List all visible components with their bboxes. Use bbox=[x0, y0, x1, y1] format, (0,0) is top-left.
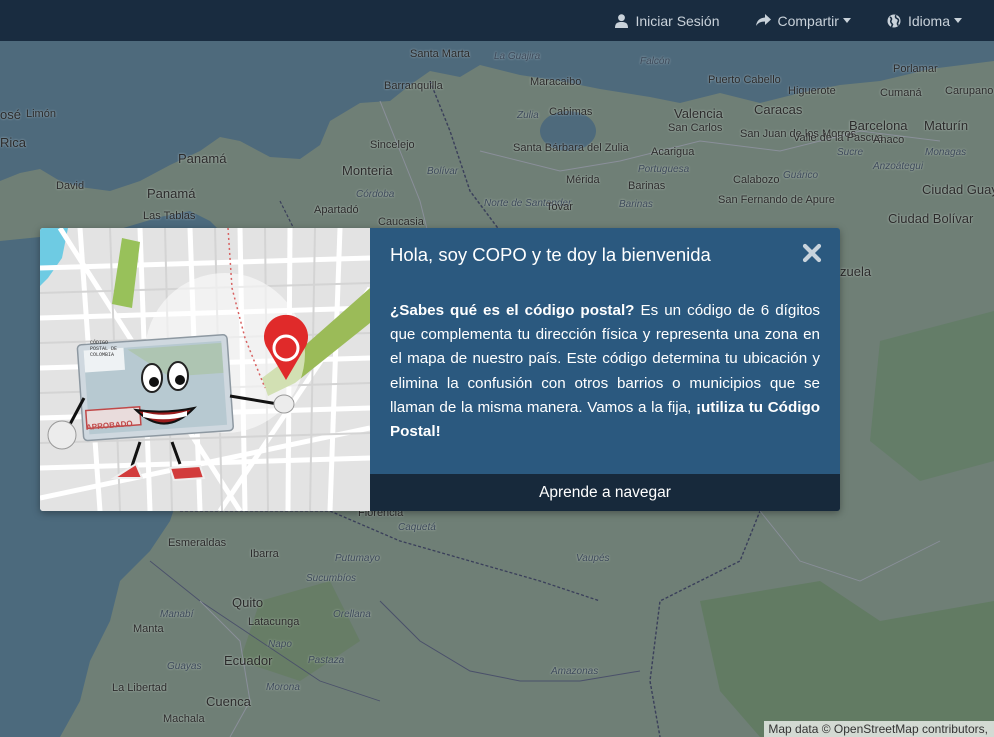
chevron-down-icon bbox=[954, 18, 962, 23]
modal-body-text: ¿Sabes qué es el código postal? Es un có… bbox=[390, 299, 820, 444]
map-label: Cabimas bbox=[549, 106, 593, 118]
map-label: Córdoba bbox=[356, 189, 395, 200]
map-label: Maturín bbox=[924, 118, 969, 133]
chevron-down-icon bbox=[842, 18, 851, 23]
map-label: Pastaza bbox=[308, 655, 345, 666]
map-label: Caquetá bbox=[398, 522, 436, 533]
map-label: Santa Marta bbox=[410, 48, 470, 60]
map-label: Manta bbox=[133, 623, 164, 635]
map-label: Barinas bbox=[628, 180, 666, 192]
map-label: Monteria bbox=[342, 163, 393, 178]
mascot-card-header: CÓDIGO POSTAL DE COLOMBIA bbox=[90, 340, 118, 358]
map-label: Las Tablas bbox=[143, 210, 196, 222]
login-label: Iniciar Sesión bbox=[635, 12, 720, 29]
map-label: Porlamar bbox=[893, 63, 938, 75]
share-icon bbox=[755, 14, 771, 26]
language-label: Idioma bbox=[907, 12, 950, 29]
map-label: Portuguesa bbox=[638, 164, 690, 175]
user-icon bbox=[615, 13, 629, 28]
map-label: Orellana bbox=[333, 609, 371, 620]
map-label: Maracaibo bbox=[530, 76, 582, 88]
map-label: Putumayo bbox=[335, 553, 381, 564]
map-attribution: Map data © OpenStreetMap contributors, bbox=[764, 721, 994, 737]
map-label: Esmeraldas bbox=[168, 537, 227, 549]
learn-to-navigate-button[interactable]: Aprende a navegar bbox=[370, 474, 840, 511]
map-label: Tovar bbox=[546, 201, 573, 213]
map-label: David bbox=[56, 180, 85, 192]
map-label: Carupano bbox=[945, 85, 994, 97]
map-label: Valle de la Pascua bbox=[793, 132, 884, 144]
map-label: Anzoátegui bbox=[873, 161, 924, 172]
map-label: Mérida bbox=[566, 174, 600, 186]
map-label: Santa Bárbara del Zulia bbox=[513, 142, 629, 154]
map-label: Napo bbox=[268, 639, 292, 650]
map-label: Sucre bbox=[837, 147, 864, 158]
map-label: Manabí bbox=[160, 609, 194, 620]
globe-icon bbox=[887, 14, 901, 27]
map-label: Quito bbox=[232, 595, 264, 610]
map-label: Panamá bbox=[147, 186, 196, 201]
map-label: Calabozo bbox=[733, 174, 780, 186]
language-dropdown[interactable]: Idioma bbox=[887, 13, 962, 29]
map-label: Rica bbox=[0, 135, 27, 150]
map-label: Amazonas bbox=[551, 666, 599, 677]
top-navbar: Iniciar Sesión Compartir Idioma bbox=[0, 0, 994, 41]
map-label: Vaupés bbox=[576, 553, 610, 564]
body-bold-intro: ¿Sabes qué es el código postal? bbox=[390, 302, 635, 319]
login-link[interactable]: Iniciar Sesión bbox=[615, 12, 720, 29]
map-label: Zulia bbox=[517, 110, 539, 121]
map-label: Morona bbox=[266, 682, 300, 693]
map-label: Bolívar bbox=[427, 166, 459, 177]
share-label: Compartir bbox=[777, 12, 839, 29]
welcome-modal: CÓDIGO POSTAL DE COLOMBIA APROBADO Hola,… bbox=[40, 228, 840, 511]
map-label: Acarigua bbox=[651, 146, 695, 158]
map-label: Cumaná bbox=[880, 87, 922, 99]
map-label: osé bbox=[0, 107, 21, 122]
map-label: Ciudad Bolívar bbox=[888, 211, 974, 226]
map-label: Ibarra bbox=[250, 548, 279, 560]
map-label: Caracas bbox=[754, 102, 803, 117]
map-label: Valencia bbox=[674, 106, 723, 121]
map-label: San Carlos bbox=[668, 122, 723, 134]
map-label: Higuerote bbox=[788, 85, 836, 97]
map-label: Apartadó bbox=[314, 204, 359, 216]
map-label: Latacunga bbox=[248, 616, 300, 628]
map-label: Barinas bbox=[619, 199, 653, 210]
modal-content: Hola, soy COPO y te doy la bienvenida ¿S… bbox=[370, 228, 840, 511]
map-label: Guayas bbox=[167, 661, 202, 672]
map-label: Sincelejo bbox=[370, 139, 415, 151]
map-label: Cuenca bbox=[206, 694, 251, 709]
map-label: Ciudad Guay bbox=[922, 182, 994, 197]
map-label: La Guajira bbox=[494, 51, 541, 62]
mascot-map-image bbox=[40, 228, 370, 511]
map-label: Barranquilla bbox=[384, 80, 443, 92]
copo-mascot-illustration: CÓDIGO POSTAL DE COLOMBIA APROBADO bbox=[40, 228, 370, 511]
map-label: zuela bbox=[840, 264, 872, 279]
close-icon[interactable] bbox=[802, 243, 822, 263]
map-label: La Libertad bbox=[112, 682, 168, 694]
share-dropdown[interactable]: Compartir bbox=[755, 12, 851, 29]
map-label: Sucumbíos bbox=[306, 573, 357, 584]
map-label: Monagas bbox=[925, 147, 967, 158]
map-label: Falcón bbox=[640, 56, 671, 67]
map-label: Puerto Cabello bbox=[708, 74, 781, 86]
map-label: Guárico bbox=[783, 170, 819, 181]
map-label: San Fernando de Apure bbox=[718, 194, 835, 206]
map-label: Machala bbox=[163, 713, 205, 725]
map-label: Panamá bbox=[178, 151, 227, 166]
map-label: Ecuador bbox=[224, 653, 273, 668]
map-label: Limón bbox=[26, 108, 56, 120]
map-label: Anaco bbox=[873, 134, 905, 146]
map-label: Caucasia bbox=[378, 216, 424, 228]
modal-title: Hola, soy COPO y te doy la bienvenida bbox=[390, 244, 711, 265]
map-label: Barcelona bbox=[849, 118, 908, 133]
